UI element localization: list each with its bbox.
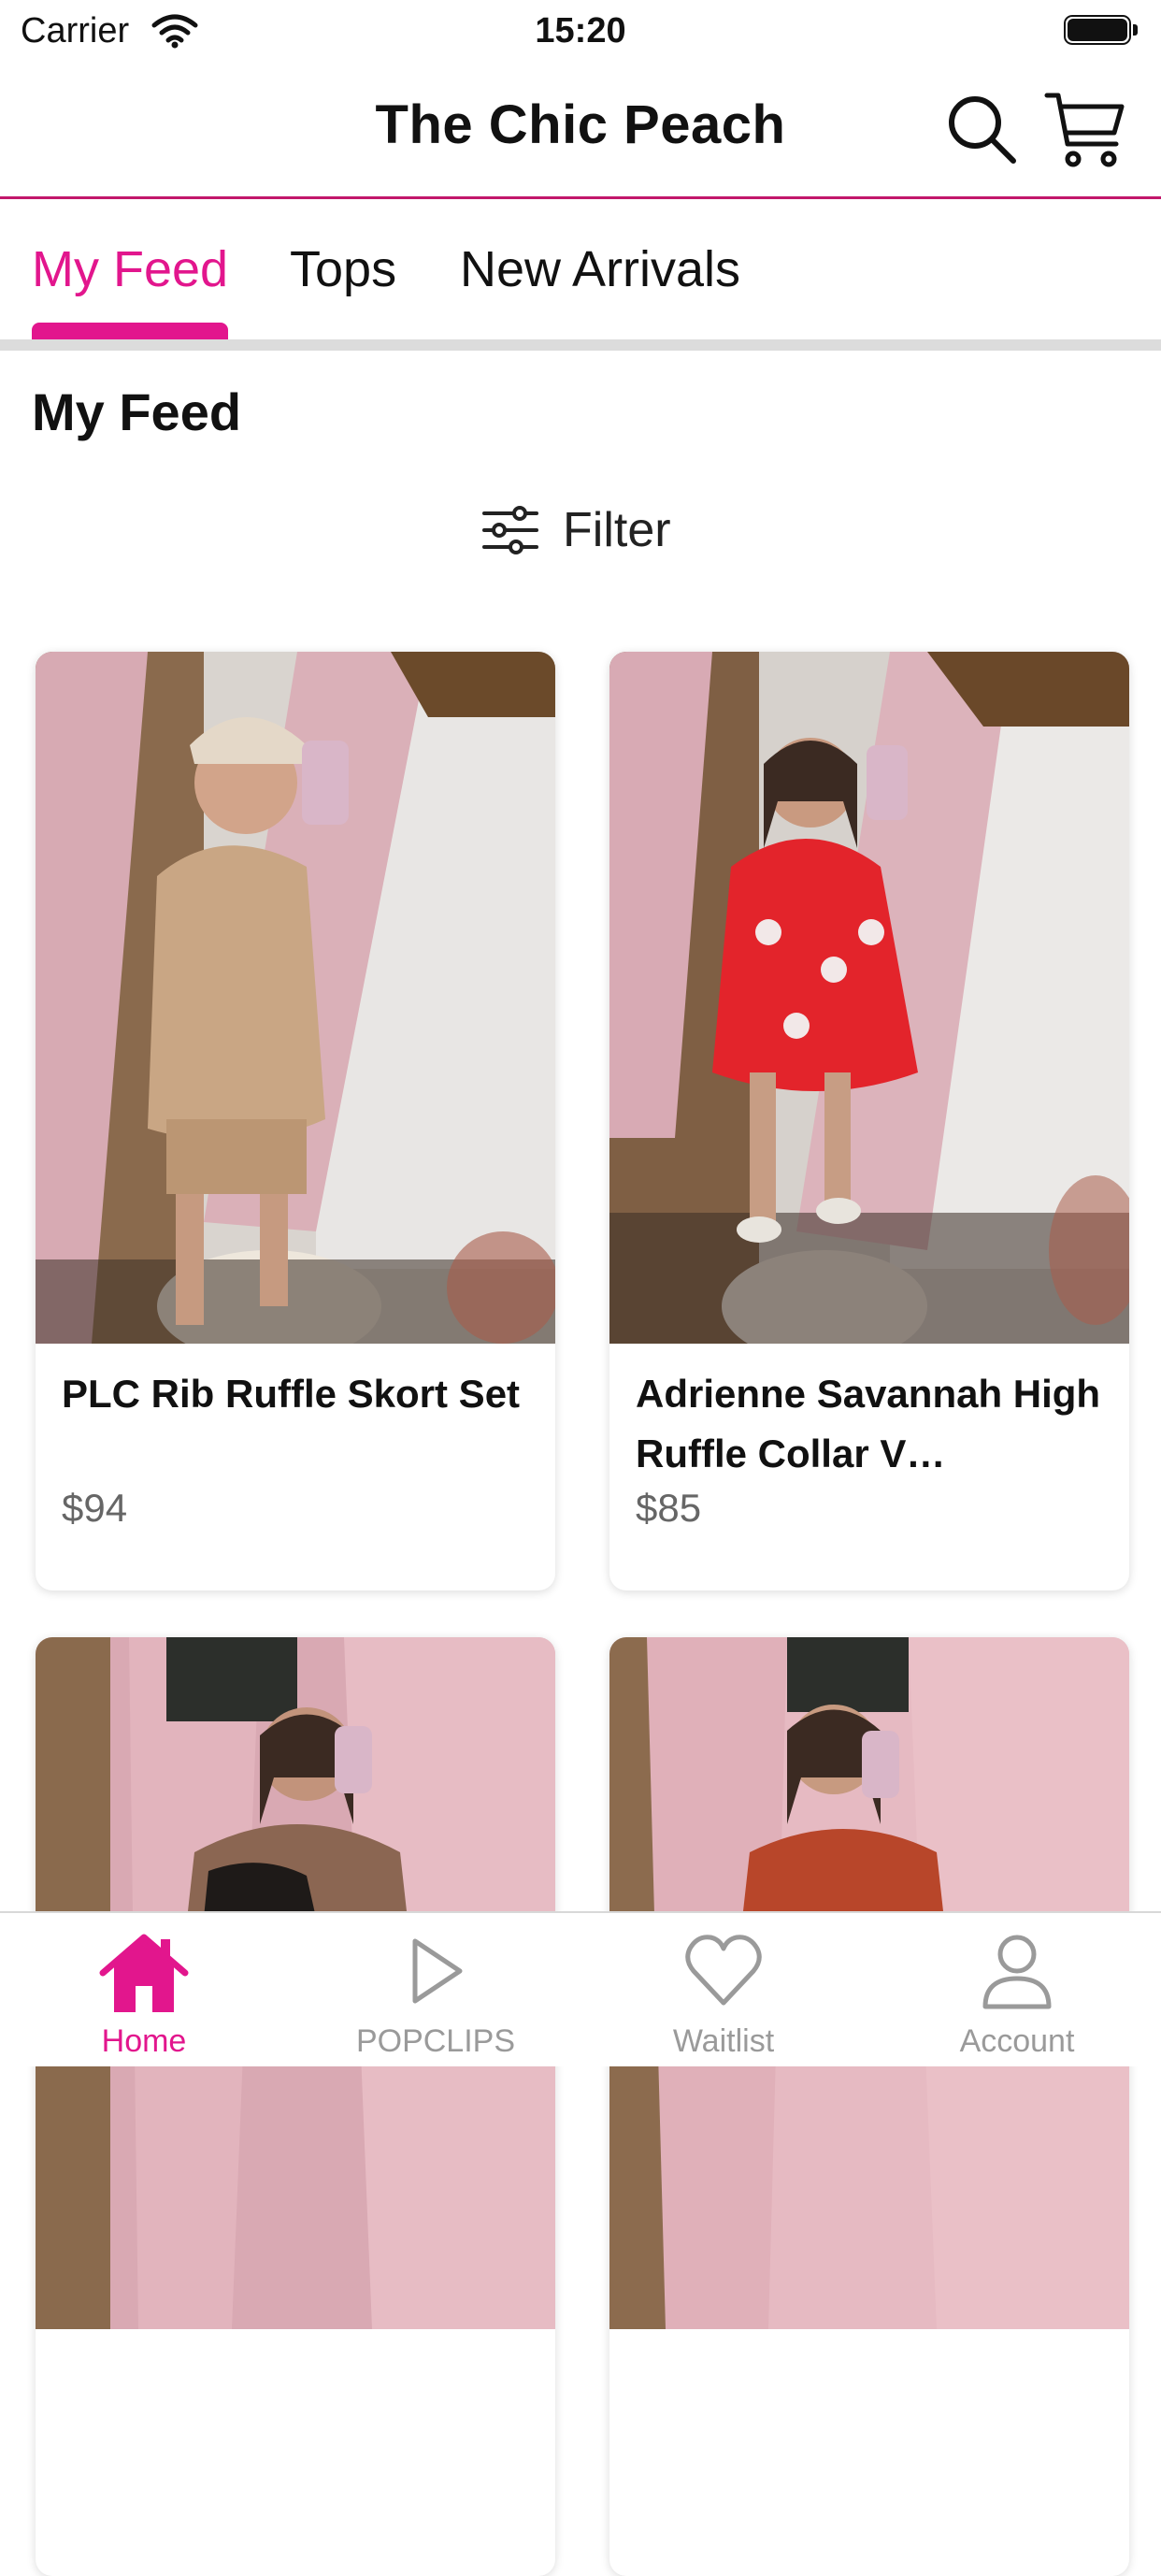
tab-waitlist-label: Waitlist bbox=[672, 2023, 775, 2059]
product-card[interactable]: PLC Rib Ruffle Skort Set $94 bbox=[36, 652, 555, 1590]
cart-button[interactable] bbox=[1043, 88, 1127, 170]
home-icon bbox=[99, 1934, 189, 2012]
tab-home-label: Home bbox=[101, 2023, 187, 2059]
clock: 15:20 bbox=[535, 11, 626, 50]
battery-icon bbox=[1064, 15, 1139, 47]
bottom-tab-bar: Home POPCLIPS Waitlist Account bbox=[0, 1911, 1161, 2066]
product-card[interactable]: Adrienne Savannah High Ruffle Collar V… … bbox=[609, 652, 1129, 1590]
product-name[interactable]: Adrienne Savannah High Ruffle Collar V… bbox=[636, 1364, 1103, 1484]
filter-label: Filter bbox=[563, 503, 671, 557]
product-card[interactable] bbox=[609, 1637, 1129, 2576]
tab-popclips[interactable]: POPCLIPS bbox=[333, 1913, 538, 2066]
active-tab-indicator bbox=[32, 323, 228, 339]
heart-icon bbox=[685, 1935, 762, 2006]
play-icon bbox=[412, 1938, 463, 2004]
product-name[interactable]: PLC Rib Ruffle Skort Set bbox=[62, 1364, 529, 1424]
tab-popclips-label: POPCLIPS bbox=[355, 2023, 516, 2059]
product-price: $85 bbox=[636, 1486, 702, 1530]
product-price: $94 bbox=[62, 1486, 128, 1530]
product-card[interactable] bbox=[36, 1637, 555, 2576]
person-icon bbox=[982, 1935, 1052, 2009]
filter-icon bbox=[482, 506, 538, 554]
category-tabs: My Feed Tops New Arrivals bbox=[0, 199, 1161, 351]
tab-new-arrivals[interactable]: New Arrivals bbox=[460, 240, 740, 298]
filter-button[interactable]: Filter bbox=[482, 497, 671, 563]
tab-home[interactable]: Home bbox=[41, 1913, 247, 2066]
search-icon bbox=[949, 96, 1016, 164]
tab-account[interactable]: Account bbox=[914, 1913, 1120, 2066]
search-button[interactable] bbox=[944, 92, 1019, 166]
tab-tops[interactable]: Tops bbox=[290, 240, 396, 298]
cart-icon bbox=[1044, 93, 1125, 167]
app-header: The Chic Peach bbox=[0, 62, 1161, 199]
tab-my-feed[interactable]: My Feed bbox=[32, 240, 228, 298]
tab-waitlist[interactable]: Waitlist bbox=[621, 1913, 826, 2066]
product-photo[interactable] bbox=[36, 652, 555, 1344]
product-photo[interactable] bbox=[609, 652, 1129, 1344]
tab-account-label: Account bbox=[959, 2023, 1075, 2059]
status-bar: Carrier 15:20 bbox=[0, 0, 1161, 62]
section-title: My Feed bbox=[32, 382, 242, 441]
